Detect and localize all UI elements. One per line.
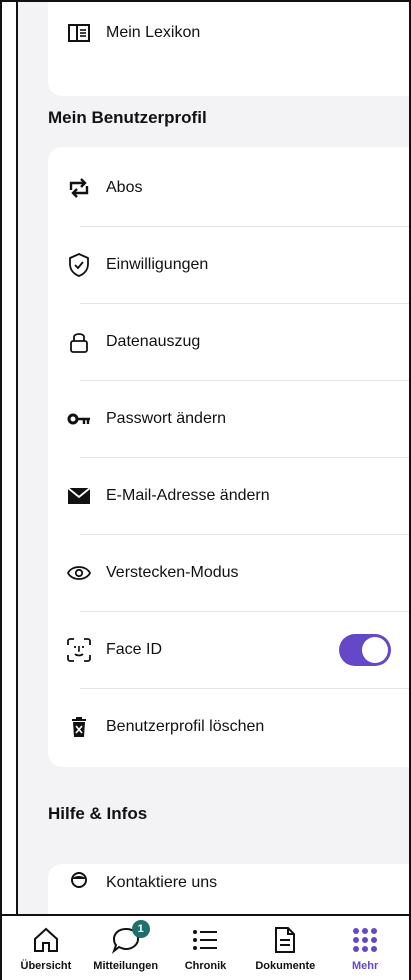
shield-check-icon <box>66 252 92 278</box>
tab-label: Mitteilungen <box>93 960 159 972</box>
list-icon <box>188 924 222 956</box>
menu-item-kontakt[interactable]: Kontaktiere uns <box>48 844 409 921</box>
tab-label: Übersicht <box>20 960 72 972</box>
home-icon <box>29 924 63 956</box>
face-id-toggle[interactable] <box>339 633 391 666</box>
menu-item-label: Passwort ändern <box>106 409 227 427</box>
document-icon <box>268 924 302 956</box>
menu-item-datenauszug[interactable]: Datenauszug <box>48 303 409 380</box>
grid-dots-icon <box>348 924 382 956</box>
tab-chronik[interactable]: Chronik <box>166 916 246 980</box>
trash-icon <box>66 714 92 740</box>
book-icon <box>66 20 92 46</box>
tab-uebersicht[interactable]: Übersicht <box>6 916 86 980</box>
notification-badge: 1 <box>131 920 150 938</box>
menu-item-face-id: Face ID <box>48 611 409 688</box>
face-id-icon <box>66 637 92 663</box>
tab-label: Chronik <box>184 960 227 972</box>
envelope-icon <box>66 483 92 509</box>
bottom-tab-bar: Übersicht 1 Mitteilungen Chronik Dokumen… <box>2 914 409 980</box>
section-title-profile: Mein Benutzerprofil <box>48 108 207 127</box>
tab-dokumente[interactable]: Dokumente <box>245 916 325 980</box>
tab-mehr[interactable]: Mehr <box>325 916 405 980</box>
repeat-icon <box>66 175 92 201</box>
tab-label: Mehr <box>351 960 379 972</box>
menu-item-label: Kontaktiere uns <box>106 873 218 891</box>
toggle-knob <box>362 636 388 663</box>
app-frame: Mein Lexikon Mein Benutzerprofil Abos Ei… <box>0 0 411 980</box>
menu-item-verstecken[interactable]: Verstecken-Modus <box>48 534 409 611</box>
lock-icon <box>66 329 92 355</box>
menu-item-profil-loeschen[interactable]: Benutzerprofil löschen <box>48 688 409 765</box>
menu-item-abos[interactable]: Abos <box>48 149 409 226</box>
menu-item-einwilligungen[interactable]: Einwilligungen <box>48 226 409 303</box>
menu-item-label: E-Mail-Adresse ändern <box>106 486 270 504</box>
person-icon <box>66 870 92 896</box>
menu-item-label: Verstecken-Modus <box>106 563 239 581</box>
menu-item-label: Datenauszug <box>106 332 201 350</box>
tab-label: Dokumente <box>255 960 316 972</box>
menu-item-label: Abos <box>106 178 143 196</box>
section-title-help: Hilfe & Infos <box>48 804 148 823</box>
eye-icon <box>66 560 92 586</box>
menu-item-lexikon[interactable]: Mein Lexikon <box>48 2 409 71</box>
menu-item-label: Face ID <box>106 640 163 658</box>
menu-item-passwort[interactable]: Passwort ändern <box>48 380 409 457</box>
menu-item-email[interactable]: E-Mail-Adresse ändern <box>48 457 409 534</box>
menu-item-label: Mein Lexikon <box>106 23 201 41</box>
tab-mitteilungen[interactable]: 1 Mitteilungen <box>86 916 166 980</box>
settings-screen: Mein Lexikon Mein Benutzerprofil Abos Ei… <box>16 2 409 980</box>
menu-item-label: Benutzerprofil löschen <box>106 717 265 735</box>
menu-item-label: Einwilligungen <box>106 255 209 273</box>
key-icon <box>66 406 92 432</box>
